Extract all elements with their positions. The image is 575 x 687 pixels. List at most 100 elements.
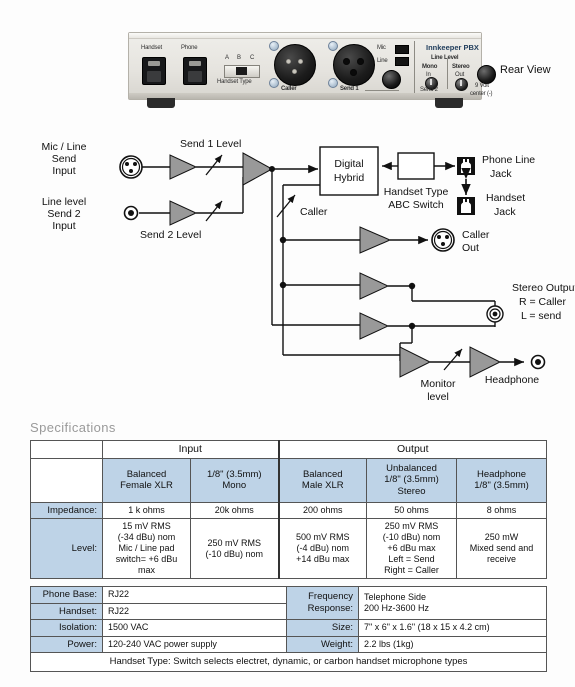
mic-line-switch[interactable] — [395, 45, 409, 54]
header-line: Mono — [222, 480, 247, 492]
caller-out-label-2: Out — [462, 242, 479, 254]
chassis-foot — [147, 98, 175, 108]
caller-xlr-male-connector — [274, 44, 316, 86]
stereo-output-label-3: L = send — [521, 310, 561, 322]
stereo-output-label-1: Stereo Output — [512, 282, 575, 294]
row-label-isolation: Isolation: — [30, 619, 103, 637]
level-line: (-10 dBu) nom — [382, 532, 441, 543]
label-line: Response: — [307, 603, 353, 615]
row-label-power: Power: — [30, 635, 103, 654]
row-label-phone-base: Phone Base: — [30, 585, 103, 604]
group-header-output: Output — [277, 440, 548, 459]
level-value: 15 mV RMS (-34 dBu) nom Mic / Line pad s… — [102, 518, 191, 579]
impedance-value: 1 k ohms — [102, 501, 191, 520]
handset-type-label-2: ABC Switch — [388, 199, 444, 211]
panel-label-send2: Send 2 — [420, 87, 438, 93]
table-row-level: Level: 15 mV RMS (-34 dBu) nom Mic / Lin… — [30, 518, 548, 579]
header-line: 1/8" (3.5mm) — [384, 474, 439, 486]
specifications-heading: Specifications — [30, 420, 116, 435]
phone-line-jack-label-1: Phone Line — [482, 154, 535, 166]
panel-label-send1: Send 1 — [340, 86, 359, 92]
line-level-send2-label-2: Send 2 — [47, 208, 80, 220]
level-line: 250 mV RMS — [207, 537, 262, 548]
isolation-value: 1500 VAC — [102, 619, 287, 637]
corner-cell — [30, 457, 103, 503]
chassis-foot — [435, 98, 463, 108]
level-value: 500 mV RMS (-4 dBu) nom +14 dBu max — [277, 518, 368, 579]
phone-base-value: RJ22 — [102, 585, 287, 604]
table-row-phone-base: Phone Base: RJ22 Frequency Response: Tel… — [30, 585, 547, 621]
handset-type-abc-switch[interactable] — [224, 65, 260, 78]
level-line: 250 mV RMS — [384, 521, 439, 532]
level-line: max — [137, 564, 155, 575]
level-line: Mic / Line pad — [118, 543, 175, 554]
headphone-label: Headphone — [485, 374, 539, 386]
rear-view-device-photo: Handset Phone A B C Handset Type Caller — [128, 32, 496, 108]
table-row-power: Power: 120-240 VAC power supply Weight: … — [30, 635, 547, 654]
row-label-size: Size: — [286, 619, 359, 637]
digital-hybrid-label-1: Digital — [334, 158, 363, 170]
send1-level-label: Send 1 Level — [180, 138, 241, 150]
impedance-value: 200 ohms — [277, 501, 368, 520]
level-line: switch= +6 dBu — [115, 554, 178, 565]
send2-level-label: Send 2 Level — [140, 229, 201, 241]
level-line: +14 dBu max — [296, 554, 350, 565]
phone-line-jack-label-2: Jack — [490, 168, 512, 180]
device-chassis: Handset Phone A B C Handset Type Caller — [128, 32, 496, 108]
header-line: Balanced — [126, 468, 167, 480]
monitor-level-label-1: Monitor — [420, 378, 456, 390]
level-line: 15 mV RMS — [122, 521, 171, 532]
level-line: (-4 dBu) nom — [296, 543, 350, 554]
specifications-table-wrap: Input Output Balanced Female XLR 1/8" (3… — [30, 440, 548, 672]
mic-line-switch[interactable] — [395, 57, 409, 66]
panel-label-abc-b: B — [237, 55, 241, 61]
digital-hybrid-label-2: Hybrid — [334, 172, 365, 184]
weight-value: 2.2 lbs (1kg) — [358, 635, 547, 654]
panel-label-center: center (-) — [470, 91, 493, 97]
handset-type-footer-note: Handset Type: Switch selects electret, d… — [30, 652, 547, 672]
level-line: 250 mW — [484, 532, 519, 543]
header-line: Female XLR — [120, 480, 173, 492]
handset-rj22-jack — [142, 57, 166, 85]
specifications-table-bottom: Phone Base: RJ22 Frequency Response: Tel… — [30, 585, 547, 672]
level-value: 250 mW Mixed send and receive — [456, 518, 548, 579]
panel-label-handset: Handset — [141, 45, 162, 51]
group-header-input: Input — [101, 440, 280, 459]
size-value: 7" x 6" x 1.6" (18 x 15 x 4.2 cm) — [358, 619, 547, 637]
mic-line-send-input-label-1: Mic / Line — [42, 141, 87, 153]
line-level-send2-label-1: Line level — [42, 196, 86, 208]
mic-line-send-input-label-2: Send — [52, 153, 77, 165]
page-root: Handset Phone A B C Handset Type Caller — [0, 0, 575, 687]
table-row-column-headers: Balanced Female XLR 1/8" (3.5mm) Mono Ba… — [30, 457, 548, 503]
specifications-table: Input Output Balanced Female XLR 1/8" (3… — [30, 440, 548, 579]
corner-cell — [30, 440, 103, 459]
xlr-screw-icon — [328, 41, 338, 51]
impedance-value: 20k ohms — [189, 501, 280, 520]
level-line: (-34 dBu) nom — [117, 532, 176, 543]
frequency-response-value: Telephone Side 200 Hz-3600 Hz — [358, 585, 547, 621]
column-header-balanced-female-xlr: Balanced Female XLR — [102, 457, 191, 503]
caller-out-label-1: Caller — [462, 229, 490, 241]
stereo-out-jack — [455, 78, 468, 91]
impedance-value: 8 ohms — [456, 501, 548, 520]
panel-label-caller: Caller — [281, 86, 297, 92]
panel-label-handset-type: Handset Type — [217, 79, 252, 85]
level-value: 250 mV RMS (-10 dBu) nom — [189, 518, 280, 579]
level-line: 500 mV RMS — [296, 532, 350, 543]
value-line: 200 Hz-3600 Hz — [364, 603, 430, 614]
xlr-screw-icon — [269, 78, 279, 88]
column-header-unbalanced-stereo: Unbalanced 1/8" (3.5mm) Stereo — [366, 457, 458, 503]
row-label-level: Level: — [30, 518, 103, 579]
header-line: Unbalanced — [386, 462, 437, 474]
column-header-balanced-male-xlr: Balanced Male XLR — [277, 457, 368, 503]
power-value: 120-240 VAC power supply — [102, 635, 287, 654]
monitor-level-label-2: level — [427, 391, 449, 403]
chassis-top-edge — [129, 33, 481, 39]
header-line: Headphone — [476, 468, 527, 480]
panel-divider — [414, 41, 415, 93]
panel-label-mic: Mic — [377, 45, 386, 51]
panel-divider — [447, 59, 448, 89]
line-level-send2-label-3: Input — [52, 220, 75, 232]
xlr-screw-icon — [269, 41, 279, 51]
header-line: 1/8" (3.5mm) — [206, 468, 262, 480]
